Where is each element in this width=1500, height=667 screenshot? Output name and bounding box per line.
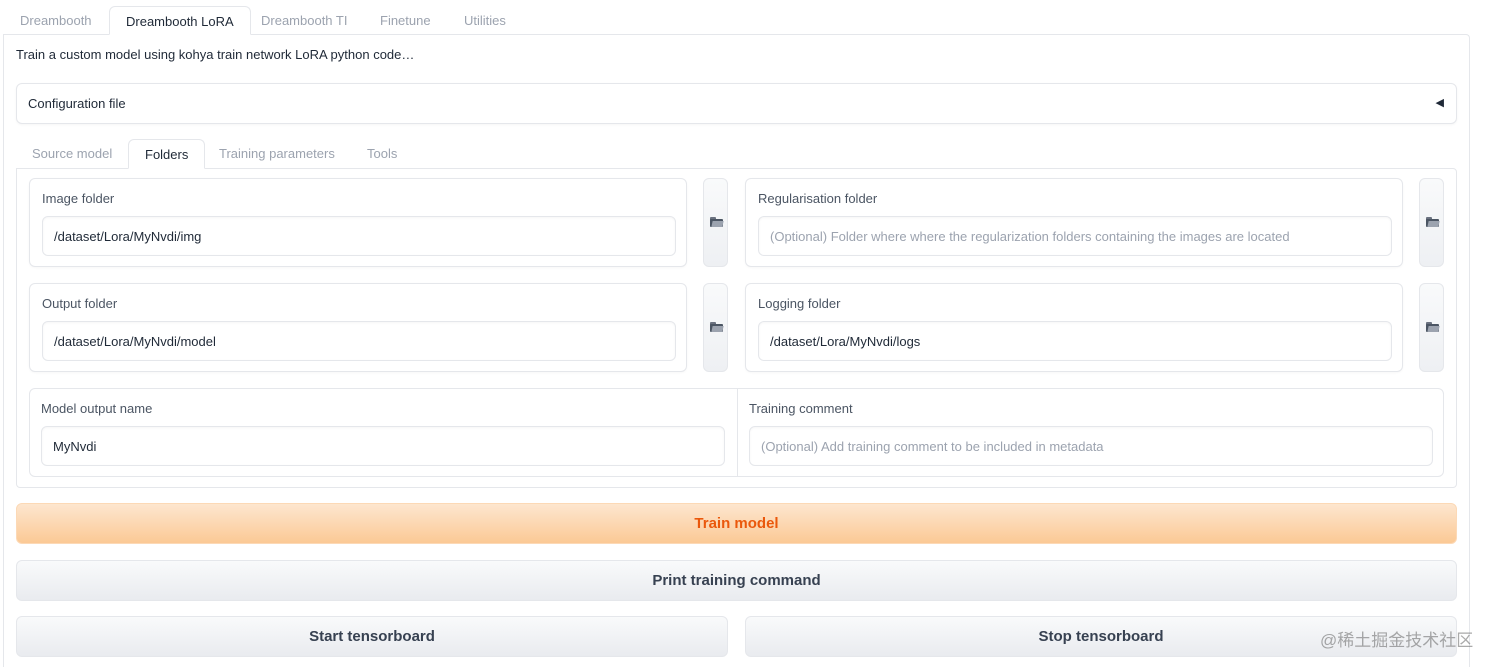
logging-folder-group: Logging folder xyxy=(745,283,1403,372)
regularisation-folder-label: Regularisation folder xyxy=(758,191,878,206)
output-folder-group: Output folder xyxy=(29,283,687,372)
tab-dreambooth-lora[interactable]: Dreambooth LoRA xyxy=(109,6,251,35)
output-folder-input[interactable] xyxy=(42,321,676,361)
model-name-comment-row: Model output name Training comment xyxy=(29,388,1444,477)
inner-tab-bar: Source model Folders Training parameters… xyxy=(16,139,1457,169)
tab-utilities[interactable]: Utilities xyxy=(448,6,522,35)
tab-training-parameters[interactable]: Training parameters xyxy=(203,139,351,169)
tab-dreambooth[interactable]: Dreambooth xyxy=(4,6,108,35)
output-folder-browse-button[interactable] xyxy=(703,283,728,372)
folder-icon xyxy=(1426,217,1440,227)
tab-finetune[interactable]: Finetune xyxy=(364,6,447,35)
folder-icon xyxy=(1426,322,1440,332)
model-output-name-input[interactable] xyxy=(41,426,725,466)
training-comment-label: Training comment xyxy=(749,401,853,416)
watermark: @稀土掘金技术社区 xyxy=(1320,631,1474,650)
image-folder-browse-button[interactable] xyxy=(703,178,728,267)
caret-left-icon: ◀ xyxy=(1435,97,1444,109)
folder-icon xyxy=(710,322,724,332)
model-output-name-label: Model output name xyxy=(41,401,153,416)
tab-source-model[interactable]: Source model xyxy=(16,139,128,169)
image-folder-input[interactable] xyxy=(42,216,676,256)
print-training-command-button[interactable]: Print training command xyxy=(16,560,1457,601)
logging-folder-label: Logging folder xyxy=(758,296,841,311)
tab-folders[interactable]: Folders xyxy=(128,139,206,169)
regularisation-folder-group: Regularisation folder xyxy=(745,178,1403,267)
tab-dreambooth-ti[interactable]: Dreambooth TI xyxy=(245,6,363,35)
accordion-label: Configuration file xyxy=(28,96,126,111)
regularisation-folder-browse-button[interactable] xyxy=(1419,178,1444,267)
logging-folder-browse-button[interactable] xyxy=(1419,283,1444,372)
top-tab-bar: Dreambooth Dreambooth LoRA Dreambooth TI… xyxy=(0,0,1470,35)
tab-tools[interactable]: Tools xyxy=(351,139,413,169)
start-tensorboard-button[interactable]: Start tensorboard xyxy=(16,616,728,657)
image-folder-group: Image folder xyxy=(29,178,687,267)
train-model-button[interactable]: Train model xyxy=(16,503,1457,544)
folder-icon xyxy=(710,217,724,227)
logging-folder-input[interactable] xyxy=(758,321,1392,361)
regularisation-folder-input[interactable] xyxy=(758,216,1392,256)
image-folder-label: Image folder xyxy=(42,191,115,206)
training-comment-input[interactable] xyxy=(749,426,1433,466)
page-description: Train a custom model using kohya train n… xyxy=(16,47,415,62)
configuration-file-accordion[interactable]: Configuration file ◀ xyxy=(16,83,1457,124)
row-divider xyxy=(737,389,738,476)
output-folder-label: Output folder xyxy=(42,296,118,311)
